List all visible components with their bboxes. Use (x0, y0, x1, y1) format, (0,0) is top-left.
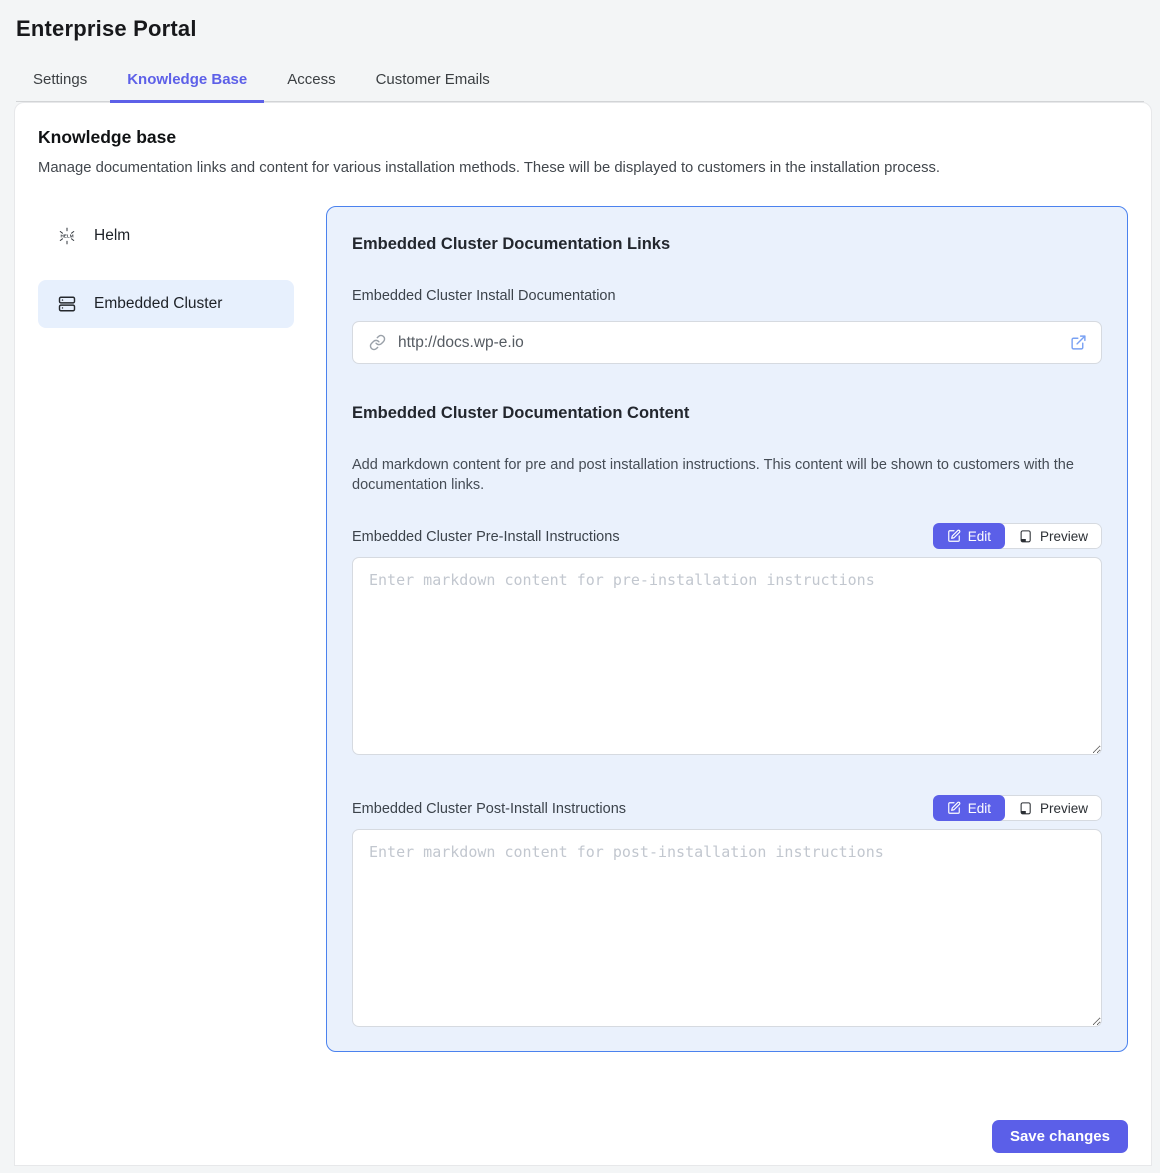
install-doc-url-input[interactable] (396, 333, 1070, 353)
pre-install-label: Embedded Cluster Pre-Install Instruction… (352, 529, 620, 545)
save-changes-button[interactable]: Save changes (992, 1120, 1128, 1153)
preview-button[interactable]: Preview (1005, 796, 1101, 820)
square-pen-icon (947, 529, 961, 543)
preview-button-label: Preview (1040, 801, 1088, 816)
edit-button-label: Edit (968, 801, 991, 816)
tab-access[interactable]: Access (270, 61, 352, 103)
pre-install-label-row: Embedded Cluster Pre-Install Instruction… (352, 523, 1102, 549)
preview-button[interactable]: Preview (1005, 524, 1101, 548)
tab-bar: Settings Knowledge Base Access Customer … (16, 61, 1144, 102)
page: Enterprise Portal Settings Knowledge Bas… (0, 0, 1160, 1166)
link-icon (369, 334, 386, 351)
app-header: Enterprise Portal Settings Knowledge Bas… (0, 0, 1160, 102)
tab-customer-emails[interactable]: Customer Emails (359, 61, 507, 103)
post-install-label: Embedded Cluster Post-Install Instructio… (352, 801, 626, 817)
page-title: Enterprise Portal (16, 16, 1144, 42)
knowledge-base-card: Knowledge base Manage documentation link… (14, 102, 1152, 1166)
sidebar-item-embedded-cluster[interactable]: Embedded Cluster (38, 280, 294, 328)
content-section-title: Embedded Cluster Documentation Content (352, 404, 1102, 423)
tab-settings[interactable]: Settings (16, 61, 104, 103)
pre-install-editor: Embedded Cluster Pre-Install Instruction… (352, 523, 1102, 755)
edit-button[interactable]: Edit (933, 523, 1005, 549)
open-link-button[interactable] (1070, 334, 1087, 351)
post-install-mode-toggle: Edit Preview (933, 795, 1102, 821)
post-install-editor: Embedded Cluster Post-Install Instructio… (352, 795, 1102, 1027)
external-link-icon (1070, 334, 1087, 351)
server-icon (58, 295, 76, 313)
links-section-title: Embedded Cluster Documentation Links (352, 235, 1102, 254)
embedded-cluster-panel: Embedded Cluster Documentation Links Emb… (326, 206, 1128, 1052)
content-row: HELM Helm Embedded Cluster (38, 206, 1128, 1052)
content-section-description: Add markdown content for pre and post in… (352, 455, 1102, 495)
card-title: Knowledge base (38, 127, 1128, 148)
install-doc-input-wrap (352, 321, 1102, 364)
book-icon (1018, 801, 1033, 816)
save-row: Save changes (38, 1120, 1128, 1153)
card-description: Manage documentation links and content f… (38, 160, 1128, 176)
square-pen-icon (947, 801, 961, 815)
book-icon (1018, 529, 1033, 544)
preview-button-label: Preview (1040, 529, 1088, 544)
pre-install-mode-toggle: Edit Preview (933, 523, 1102, 549)
pre-install-textarea[interactable] (352, 557, 1102, 755)
sidebar-item-helm[interactable]: HELM Helm (38, 212, 294, 260)
install-doc-label: Embedded Cluster Install Documentation (352, 288, 1102, 304)
post-install-textarea[interactable] (352, 829, 1102, 1027)
post-install-label-row: Embedded Cluster Post-Install Instructio… (352, 795, 1102, 821)
sidebar-item-label: Embedded Cluster (94, 295, 222, 313)
sidebar-item-label: Helm (94, 227, 130, 245)
install-method-nav: HELM Helm Embedded Cluster (38, 206, 294, 348)
edit-button-label: Edit (968, 529, 991, 544)
helm-icon: HELM (58, 227, 76, 245)
svg-text:HELM: HELM (60, 234, 73, 239)
edit-button[interactable]: Edit (933, 795, 1005, 821)
tab-knowledge-base[interactable]: Knowledge Base (110, 61, 264, 103)
